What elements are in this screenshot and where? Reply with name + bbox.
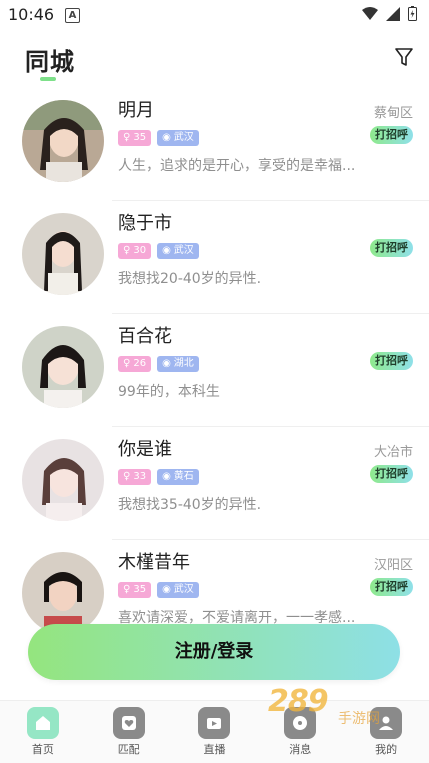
title-underline [40, 77, 56, 81]
location-tag: ◉ 黄石 [157, 469, 199, 485]
age-tag: ♀ 26 [118, 356, 152, 372]
wifi-icon [362, 6, 378, 20]
age-value: 35 [133, 132, 147, 143]
tab-label: 首页 [31, 743, 54, 756]
tab-live[interactable]: 直播 [172, 701, 258, 763]
greet-button[interactable]: 打招呼 [370, 239, 413, 257]
status-icons [362, 6, 417, 21]
tab-label: 匹配 [117, 743, 140, 756]
user-tags: ♀ 26 ◉ 湖北 [118, 356, 199, 372]
age-value: 33 [133, 471, 147, 482]
page-title: 同城 [25, 48, 75, 76]
live-icon [198, 707, 231, 739]
list-item[interactable]: 隐于市 ♀ 30 ◉ 武汉 我想找20-40岁的异性. 打招呼 [0, 201, 429, 314]
greet-button[interactable]: 打招呼 [370, 578, 413, 596]
user-name: 百合花 [118, 326, 172, 347]
heart-card-icon [112, 707, 145, 739]
age-tag: ♀ 35 [118, 582, 152, 598]
watermark-text: 手游网 [338, 711, 380, 727]
tab-label: 直播 [203, 743, 226, 756]
user-tags: ♀ 33 ◉ 黄石 [118, 469, 199, 485]
location-tag: ◉ 湖北 [157, 356, 199, 372]
user-list: 明月 ♀ 35 ◉ 武汉 人生，追求的是开心，享受的是幸福... 蔡甸区 打招呼 隐… [0, 88, 429, 653]
user-bio: 人生，追求的是开心，享受的是幸福... [118, 158, 356, 174]
home-icon [26, 707, 59, 739]
location-pin-icon: ◉ [162, 245, 171, 256]
user-tags: ♀ 35 ◉ 武汉 [118, 582, 199, 598]
user-name: 明月 [118, 100, 154, 121]
city-value: 武汉 [173, 245, 194, 256]
user-district: 汉阳区 [373, 558, 413, 573]
user-bio: 99年的，本科生 [118, 384, 220, 400]
user-name: 木槿昔年 [118, 552, 190, 573]
tab-home[interactable]: 首页 [0, 701, 86, 763]
tab-match[interactable]: 匹配 [86, 701, 172, 763]
watermark-logo: 289 [268, 684, 329, 719]
user-district: 蔡甸区 [373, 106, 413, 121]
greet-button[interactable]: 打招呼 [370, 352, 413, 370]
tab-label: 消息 [289, 743, 312, 756]
user-tags: ♀ 30 ◉ 武汉 [118, 243, 199, 259]
gender-icon: ♀ [123, 245, 131, 256]
user-tags: ♀ 35 ◉ 武汉 [118, 130, 199, 146]
city-value: 黄石 [173, 471, 194, 482]
battery-icon [408, 6, 417, 21]
user-name: 你是谁 [118, 439, 172, 460]
list-item[interactable]: 你是谁 ♀ 33 ◉ 黄石 我想找35-40岁的异性. 大冶市 打招呼 [0, 427, 429, 540]
location-tag: ◉ 武汉 [157, 130, 199, 146]
avatar[interactable] [22, 100, 104, 182]
user-name: 隐于市 [118, 213, 172, 234]
gender-icon: ♀ [123, 132, 131, 143]
status-bar: 10:46 A [0, 0, 429, 30]
age-tag: ♀ 30 [118, 243, 152, 259]
age-value: 30 [133, 245, 147, 256]
filter-icon[interactable] [393, 46, 415, 68]
location-pin-icon: ◉ [162, 358, 171, 369]
age-value: 26 [133, 358, 147, 369]
tab-label: 我的 [375, 743, 398, 756]
gender-icon: ♀ [123, 471, 131, 482]
avatar[interactable] [22, 439, 104, 521]
list-item[interactable]: 明月 ♀ 35 ◉ 武汉 人生，追求的是开心，享受的是幸福... 蔡甸区 打招呼 [0, 88, 429, 201]
city-value: 武汉 [173, 584, 194, 595]
status-time: 10:46 [8, 5, 55, 24]
location-pin-icon: ◉ [162, 471, 171, 482]
age-tag: ♀ 33 [118, 469, 152, 485]
register-login-button[interactable]: 注册/登录 [28, 624, 400, 680]
age-tag: ♀ 35 [118, 130, 152, 146]
location-pin-icon: ◉ [162, 584, 171, 595]
avatar[interactable] [22, 326, 104, 408]
gender-icon: ♀ [123, 358, 131, 369]
location-tag: ◉ 武汉 [157, 582, 199, 598]
signal-icon [386, 6, 400, 21]
list-item[interactable]: 百合花 ♀ 26 ◉ 湖北 99年的，本科生 打招呼 [0, 314, 429, 427]
greet-button[interactable]: 打招呼 [370, 465, 413, 483]
user-bio: 我想找20-40岁的异性. [118, 271, 262, 287]
location-tag: ◉ 武汉 [157, 243, 199, 259]
gender-icon: ♀ [123, 584, 131, 595]
city-value: 武汉 [173, 132, 194, 143]
user-district: 大冶市 [373, 445, 413, 460]
avatar[interactable] [22, 552, 104, 634]
notification-a-icon: A [65, 8, 80, 23]
greet-button[interactable]: 打招呼 [370, 126, 413, 144]
header: 同城 [0, 38, 429, 88]
user-bio: 我想找35-40岁的异性. [118, 497, 262, 513]
location-pin-icon: ◉ [162, 132, 171, 143]
age-value: 35 [133, 584, 147, 595]
avatar[interactable] [22, 213, 104, 295]
city-value: 湖北 [173, 358, 194, 369]
